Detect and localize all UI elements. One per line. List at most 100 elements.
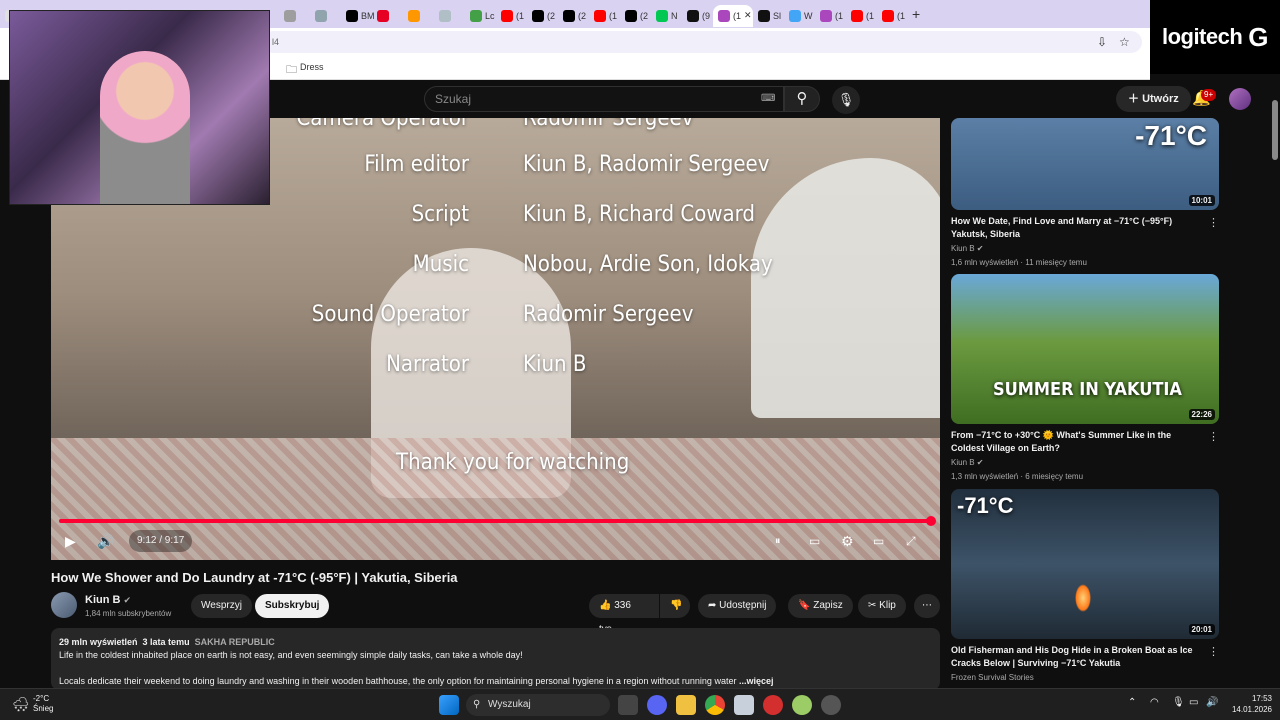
tab-label: (2 bbox=[640, 10, 649, 21]
browser-tab[interactable]: (2 bbox=[620, 5, 651, 27]
weather-icon[interactable]: 🌨 bbox=[12, 696, 30, 713]
app-icon[interactable] bbox=[792, 695, 812, 715]
network-icon[interactable]: ▭ bbox=[1189, 697, 1198, 708]
theater-mode-icon[interactable]: ▭ bbox=[873, 530, 884, 552]
browser-tab[interactable]: (9 bbox=[682, 5, 713, 27]
scissors-icon: ✂ bbox=[868, 600, 877, 611]
bookmark-folder-dress[interactable]: Dress bbox=[300, 62, 324, 72]
show-more-link[interactable]: ...więcej bbox=[739, 676, 774, 686]
dislike-button[interactable]: 👎 bbox=[660, 594, 690, 618]
app-icon[interactable] bbox=[821, 695, 841, 715]
more-options-icon[interactable]: ⋮ bbox=[1208, 430, 1219, 443]
recommendation-channel[interactable]: Kiun B ✔ bbox=[951, 458, 984, 467]
volume-icon[interactable]: 🔊 bbox=[1206, 697, 1218, 708]
video-thumbnail[interactable]: SUMMER IN YAKUTIA 22:26 bbox=[951, 274, 1219, 424]
weather-widget[interactable]: -2°C Śnieg bbox=[33, 694, 53, 714]
browser-tab[interactable]: (1 ✕ bbox=[713, 4, 753, 27]
description-box[interactable]: 29 mln wyświetleń 3 lata temu SAKHA REPU… bbox=[51, 628, 940, 690]
wifi-icon[interactable]: ◠ bbox=[1150, 697, 1159, 708]
recommendation-title[interactable]: Old Fisherman and His Dog Hide in a Brok… bbox=[951, 644, 1201, 670]
account-avatar[interactable] bbox=[1229, 88, 1251, 110]
more-options-icon[interactable]: ⋮ bbox=[1208, 216, 1219, 229]
system-clock[interactable]: 17:53 14.01.2026 bbox=[1232, 693, 1272, 715]
video-thumbnail[interactable]: -71°C 20:01 bbox=[951, 489, 1219, 639]
recommendation-channel[interactable]: Frozen Survival Stories bbox=[951, 673, 1034, 682]
recommendation-title[interactable]: How We Date, Find Love and Marry at −71°… bbox=[951, 215, 1201, 241]
settings-icon[interactable]: ⚙ bbox=[841, 530, 854, 552]
app-icon[interactable] bbox=[763, 695, 783, 715]
progress-bar[interactable] bbox=[59, 516, 936, 526]
browser-tab[interactable]: (1 bbox=[846, 5, 877, 27]
more-options-icon[interactable]: ⋮ bbox=[1208, 645, 1219, 658]
url-field[interactable]: l4 bbox=[262, 31, 1142, 53]
tab-favicon-icon bbox=[625, 9, 637, 22]
logitech-g-icon: G bbox=[1248, 21, 1269, 52]
chrome-icon[interactable] bbox=[705, 695, 725, 715]
subtitles-icon[interactable]: ▭ bbox=[809, 530, 820, 552]
credit-name: Kiun B, Richard Coward bbox=[523, 202, 755, 227]
channel-avatar[interactable] bbox=[51, 592, 77, 618]
recommendation-meta: 1,6 mln wyświetleń · 11 miesięcy temu bbox=[951, 258, 1087, 267]
mic-icon[interactable]: 🎙 bbox=[1172, 697, 1185, 708]
save-button[interactable]: 🔖 Zapisz bbox=[788, 594, 853, 618]
location-tag[interactable]: SAKHA REPUBLIC bbox=[195, 637, 275, 647]
channel-name[interactable]: Kiun B ✔ bbox=[85, 594, 131, 606]
start-button[interactable] bbox=[439, 695, 459, 715]
share-icon: ➦ bbox=[708, 600, 717, 611]
time-display: 9:12 / 9:17 bbox=[129, 530, 193, 552]
voice-search-button[interactable]: 🎙 bbox=[832, 86, 860, 114]
autoplay-toggle-icon[interactable]: ⏸ bbox=[775, 530, 781, 552]
search-input[interactable]: Szukaj bbox=[424, 86, 784, 112]
browser-tab[interactable]: (2 bbox=[527, 5, 558, 27]
app-icon[interactable] bbox=[734, 695, 754, 715]
keyboard-icon[interactable]: ⌨ bbox=[761, 93, 775, 104]
install-app-icon[interactable]: ⇩ bbox=[1097, 35, 1107, 49]
view-count: 29 mln wyświetleń bbox=[59, 637, 138, 647]
file-explorer-icon[interactable] bbox=[676, 695, 696, 715]
bookmark-icon: 🔖 bbox=[798, 600, 811, 611]
browser-tab[interactable]: (1 bbox=[589, 5, 620, 27]
tray-chevron-icon[interactable]: ⌃ bbox=[1128, 697, 1136, 708]
browser-tab[interactable]: (1 bbox=[496, 5, 527, 27]
browser-tab[interactable]: Lc bbox=[465, 5, 496, 27]
browser-tab[interactable]: (1 bbox=[877, 5, 908, 27]
recommendation-channel[interactable]: Kiun B ✔ bbox=[951, 244, 984, 253]
browser-tab[interactable]: W bbox=[784, 5, 815, 27]
browser-tab[interactable]: N bbox=[651, 5, 682, 27]
scrubber-handle[interactable] bbox=[926, 516, 936, 526]
search-button[interactable]: ⚲ bbox=[784, 86, 820, 112]
close-tab-icon[interactable]: ✕ bbox=[744, 10, 752, 21]
tab-favicon-icon bbox=[284, 9, 296, 22]
browser-tab[interactable] bbox=[403, 5, 434, 27]
video-thumbnail[interactable]: -71°C 10:01 bbox=[951, 118, 1219, 210]
browser-tab[interactable]: (1 bbox=[815, 5, 846, 27]
browser-tab[interactable] bbox=[310, 5, 341, 27]
task-view-icon[interactable] bbox=[618, 695, 638, 715]
streamer-figure bbox=[100, 51, 190, 204]
browser-tab[interactable]: (2 bbox=[558, 5, 589, 27]
tab-label: Sl bbox=[773, 10, 782, 21]
taskbar-search[interactable]: ⚲ Wyszukaj bbox=[466, 694, 610, 716]
play-icon[interactable]: ▶ bbox=[65, 530, 76, 552]
browser-tab[interactable]: BM bbox=[341, 5, 375, 27]
support-button[interactable]: Wesprzyj bbox=[191, 594, 252, 618]
new-tab-icon[interactable]: + bbox=[912, 6, 920, 22]
browser-tab[interactable] bbox=[434, 5, 465, 27]
recommendation-title[interactable]: From −71°C to +30°C 🌞 What's Summer Like… bbox=[951, 429, 1201, 455]
more-actions-button[interactable]: ⋯ bbox=[914, 594, 940, 618]
clock-time: 17:53 bbox=[1251, 694, 1272, 703]
page-scrollbar[interactable] bbox=[1272, 100, 1278, 160]
discord-icon[interactable] bbox=[647, 695, 667, 715]
subscribe-button[interactable]: Subskrybuj bbox=[255, 594, 330, 618]
volume-icon[interactable]: 🔊 bbox=[97, 530, 114, 552]
share-button[interactable]: ➦ Udostępnij bbox=[698, 594, 777, 618]
create-button[interactable]: ＋ Utwórz bbox=[1116, 86, 1191, 112]
browser-tab[interactable] bbox=[279, 5, 310, 27]
tab-favicon-icon bbox=[820, 9, 832, 22]
fullscreen-icon[interactable]: ⤢ bbox=[906, 530, 916, 552]
like-button[interactable]: 👍 336 tys. bbox=[589, 594, 659, 635]
browser-tab[interactable]: Sl bbox=[753, 5, 784, 27]
bookmark-star-icon[interactable]: ☆ bbox=[1119, 35, 1130, 49]
clip-button[interactable]: ✂ Klip bbox=[858, 594, 906, 618]
browser-tab[interactable] bbox=[372, 5, 403, 27]
